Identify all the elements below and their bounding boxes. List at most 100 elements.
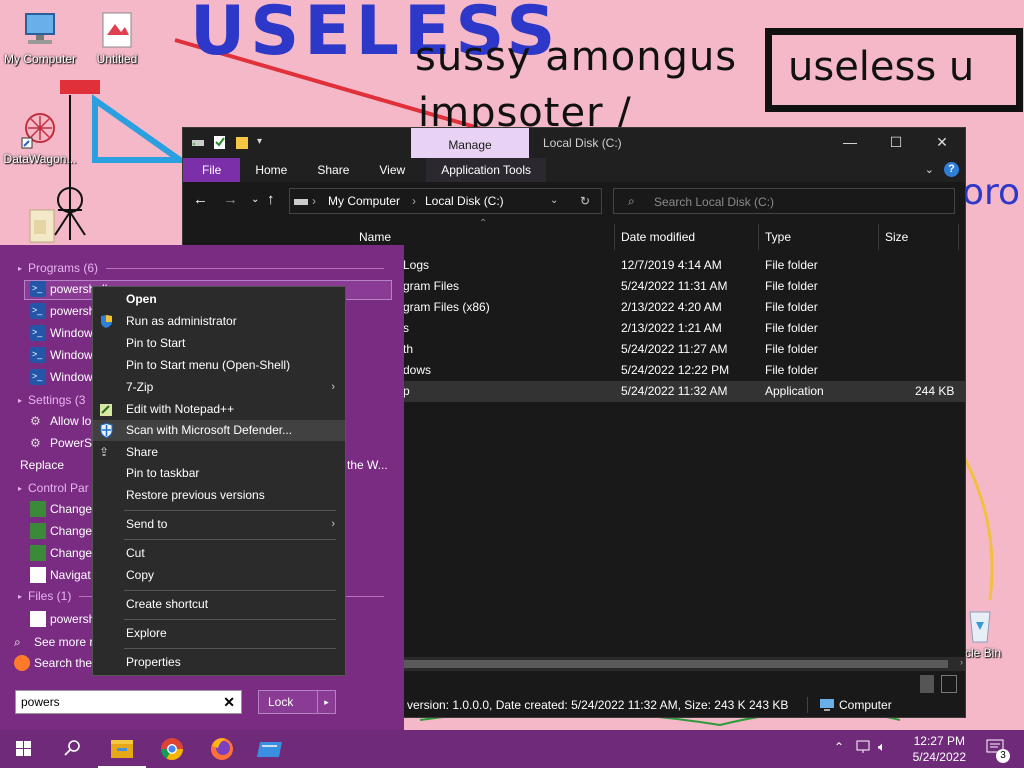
title-bar[interactable]: ▾ Manage Local Disk (C:) — ☐ ✕: [183, 128, 965, 158]
taskbar-firefox[interactable]: [198, 730, 246, 768]
lock-options-arrow-icon[interactable]: ▸: [317, 691, 335, 713]
properties-icon[interactable]: [213, 134, 227, 150]
menu-open[interactable]: Open: [93, 289, 345, 310]
tab-share[interactable]: Share: [302, 158, 364, 182]
tab-application-tools[interactable]: Application Tools: [426, 158, 547, 182]
search-button[interactable]: [48, 730, 96, 768]
taskbar: ⌃ 🔈︎ 12:27 PM 5/24/2022 3: [0, 730, 1024, 768]
category-label: Settings (3: [28, 393, 86, 407]
result-windows-1[interactable]: Window: [30, 322, 93, 343]
result-allow-local[interactable]: ⚙ Allow lo: [30, 411, 91, 431]
result-change-2[interactable]: Change: [30, 521, 92, 541]
breadcrumb-local-disk[interactable]: Local Disk (C:): [425, 194, 504, 208]
menu-explore[interactable]: Explore: [93, 623, 345, 644]
menu-pin-to-start-open-shell[interactable]: Pin to Start menu (Open-Shell): [93, 355, 345, 376]
manage-tab[interactable]: Manage: [411, 128, 529, 158]
scrollbar-thumb[interactable]: [403, 660, 948, 668]
result-change-1[interactable]: Change: [30, 499, 92, 519]
menu-scan-with-defender[interactable]: Scan with Microsoft Defender...: [93, 420, 345, 441]
new-folder-icon[interactable]: [235, 134, 249, 150]
customize-qat-icon[interactable]: ▾: [257, 134, 271, 150]
address-dropdown-icon[interactable]: ⌄: [550, 195, 558, 206]
details-view-icon[interactable]: [920, 675, 934, 693]
context-menu[interactable]: Open Run as administrator Pin to Start P…: [92, 286, 346, 676]
menu-share[interactable]: ⇪ Share: [93, 442, 345, 463]
result-label: Change: [50, 524, 93, 538]
menu-send-to[interactable]: Send to ›: [93, 514, 345, 535]
category-programs[interactable]: ▸ Programs (6): [18, 261, 384, 275]
breadcrumb-my-computer[interactable]: My Computer: [328, 194, 400, 208]
desktop-icon-file[interactable]: [0, 206, 80, 246]
network-icon[interactable]: [856, 740, 872, 757]
result-file-powershell[interactable]: powersh: [30, 609, 95, 629]
column-header-size[interactable]: Size: [879, 224, 959, 250]
forward-arrow-icon[interactable]: →: [223, 191, 238, 208]
address-bar[interactable]: › My Computer › Local Disk (C:) ⌄ ↻: [289, 188, 602, 214]
file-name: Logs: [403, 258, 430, 272]
file-type: File folder: [765, 321, 818, 335]
menu-pin-to-taskbar[interactable]: Pin to taskbar: [93, 463, 345, 484]
show-hidden-icons-icon[interactable]: ⌃: [834, 740, 844, 754]
menu-cut[interactable]: Cut: [93, 543, 345, 564]
horizontal-scrollbar[interactable]: ›: [403, 657, 965, 671]
large-icons-view-icon[interactable]: [941, 675, 957, 693]
clear-search-icon[interactable]: ✕: [223, 691, 235, 713]
drive-icon[interactable]: [191, 134, 205, 150]
result-change-3[interactable]: Change: [30, 543, 92, 563]
menu-create-shortcut[interactable]: Create shortcut: [93, 594, 345, 615]
search-box[interactable]: ⌕ Search Local Disk (C:): [613, 188, 955, 214]
powershell-icon: [30, 322, 46, 342]
help-icon[interactable]: ?: [944, 162, 959, 177]
clock[interactable]: 12:27 PM 5/24/2022: [913, 733, 966, 765]
search-value: powers: [21, 695, 60, 709]
result-powershell-2[interactable]: powersh: [30, 300, 95, 321]
scroll-right-icon[interactable]: ›: [960, 657, 963, 667]
result-navigation[interactable]: Navigat: [30, 565, 91, 585]
start-search-input[interactable]: powers ✕: [15, 690, 242, 714]
file-type: File folder: [765, 363, 818, 377]
menu-run-as-administrator[interactable]: Run as administrator: [93, 311, 345, 332]
minimize-button[interactable]: —: [827, 128, 873, 158]
status-divider: [807, 697, 808, 713]
taskbar-app[interactable]: [246, 730, 294, 768]
status-location: Computer: [839, 698, 892, 712]
menu-properties[interactable]: Properties: [93, 652, 345, 673]
menu-separator: [124, 648, 336, 649]
desktop-icon-datawagon[interactable]: DataWagon...: [0, 110, 80, 166]
maximize-button[interactable]: ☐: [873, 128, 919, 158]
menu-copy[interactable]: Copy: [93, 565, 345, 586]
menu-restore-previous-versions[interactable]: Restore previous versions: [93, 485, 345, 506]
menu-7zip[interactable]: 7-Zip ›: [93, 377, 345, 398]
up-arrow-icon[interactable]: ↑: [267, 191, 275, 208]
refresh-icon[interactable]: ↻: [580, 194, 590, 208]
result-windows-3[interactable]: Window: [30, 366, 93, 387]
control-panel-icon: [30, 501, 46, 517]
back-arrow-icon[interactable]: ←: [193, 191, 208, 208]
result-powershell-setting[interactable]: ⚙ PowerSh: [30, 433, 99, 453]
start-button[interactable]: [0, 730, 48, 768]
file-date: 2/13/2022 4:20 AM: [621, 300, 722, 314]
result-windows-2[interactable]: Window: [30, 344, 93, 365]
volume-icon[interactable]: 🔈︎: [878, 739, 886, 755]
column-header-date[interactable]: Date modified: [615, 224, 759, 250]
search-the-web[interactable]: Search the: [14, 653, 92, 673]
desktop-icon-my-computer[interactable]: My Computer: [0, 10, 80, 66]
tab-file[interactable]: File: [183, 158, 241, 182]
desktop-icon-untitled[interactable]: Untitled: [77, 10, 157, 66]
column-header-type[interactable]: Type: [759, 224, 879, 250]
menu-pin-to-start[interactable]: Pin to Start: [93, 333, 345, 354]
taskbar-chrome[interactable]: [148, 730, 196, 768]
lock-button[interactable]: Lock ▸: [258, 690, 336, 714]
powershell-icon: [30, 344, 46, 364]
app-window-icon: [257, 742, 282, 757]
tab-home[interactable]: Home: [240, 158, 302, 182]
document-icon: [30, 611, 46, 627]
expand-ribbon-icon[interactable]: ⌄: [925, 163, 934, 176]
menu-edit-with-notepadpp[interactable]: Edit with Notepad++: [93, 399, 345, 420]
taskbar-file-explorer[interactable]: [98, 730, 146, 768]
tab-view[interactable]: View: [364, 158, 420, 182]
recent-locations-icon[interactable]: ⌄: [251, 194, 259, 205]
result-replace[interactable]: Replace: [20, 455, 64, 475]
see-more-results[interactable]: ⌕ See more re: [14, 632, 100, 652]
close-button[interactable]: ✕: [919, 128, 965, 158]
